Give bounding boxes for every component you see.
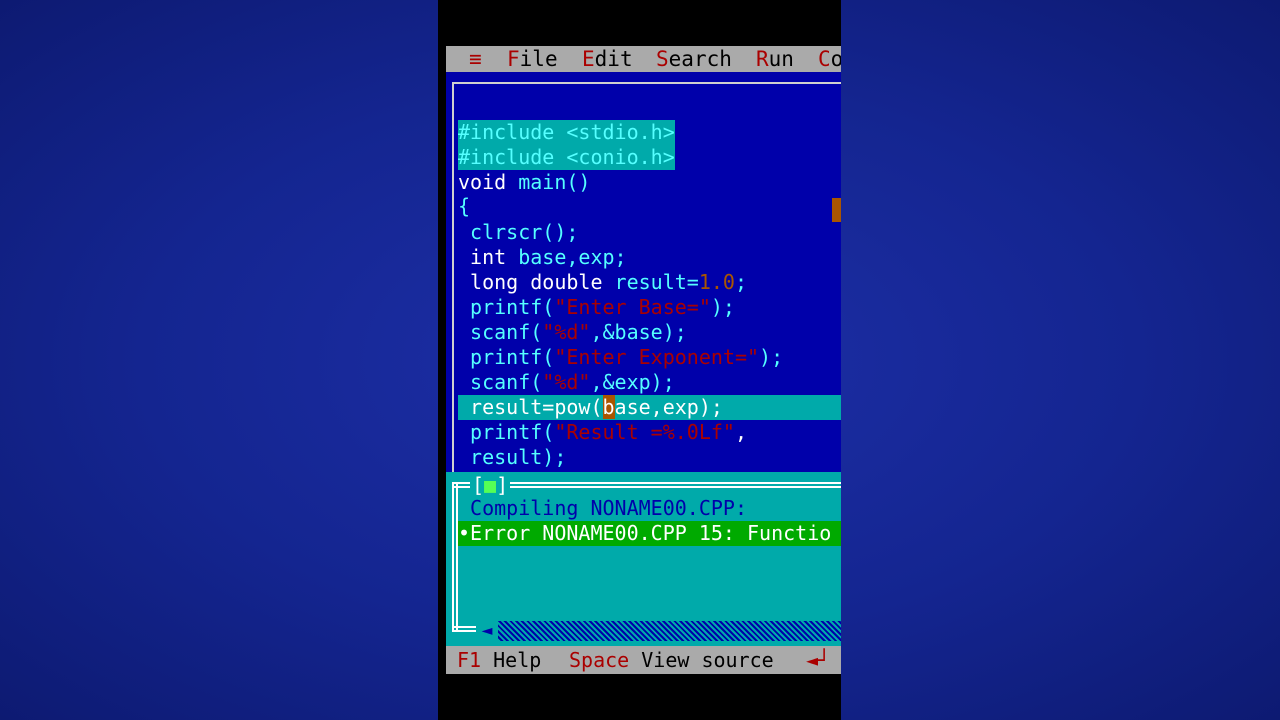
turbo-cpp-ide-screen: ≡ File Edit Search Run Co #include <stdi… <box>446 46 841 674</box>
compile-status-message: Compiling NONAME00.CPP: <box>470 496 747 520</box>
vertical-scroll-thumb[interactable] <box>832 198 841 222</box>
status-view-source[interactable]: Space View source <box>569 646 774 674</box>
close-box-button[interactable]: [■] <box>470 473 511 497</box>
code-line-scanf-exp[interactable]: scanf("%d",&exp); <box>458 370 675 395</box>
code-line-printf-exponent[interactable]: printf("Enter Exponent="); <box>458 345 783 370</box>
code-line-printf-result[interactable]: printf("Result =%.0Lf", <box>458 420 747 445</box>
system-menu-icon[interactable]: ≡ <box>469 46 482 72</box>
message-window[interactable]: [■] Compiling NONAME00.CPP: •Error NONAM… <box>446 472 841 646</box>
code-line-include-stdio[interactable]: #include <stdio.h> <box>458 120 675 145</box>
code-line-main[interactable]: void main() <box>458 170 590 195</box>
text-cursor: b <box>602 395 615 419</box>
phone-video-frame: ≡ File Edit Search Run Co #include <stdi… <box>438 0 841 720</box>
menu-bar: ≡ File Edit Search Run Co <box>446 46 841 72</box>
close-icon: ■ <box>484 473 497 497</box>
status-bar: F1 Help Space View source ◄┘ <box>446 646 841 674</box>
scroll-left-arrow-icon[interactable]: ◄ <box>476 621 498 641</box>
code-line-result-arg[interactable]: result); <box>458 445 566 470</box>
code-line-printf-base[interactable]: printf("Enter Base="); <box>458 295 735 320</box>
code-line-int-decl[interactable]: int base,exp; <box>458 245 627 270</box>
code-line-clrscr[interactable]: clrscr(); <box>458 220 578 245</box>
menu-compile[interactable]: Co <box>818 46 841 72</box>
scrollbar-track[interactable] <box>498 621 841 641</box>
enter-key-icon[interactable]: ◄┘ <box>806 646 830 674</box>
menu-search[interactable]: Search <box>656 46 732 72</box>
menu-file[interactable]: File <box>507 46 558 72</box>
editor-window[interactable]: #include <stdio.h> #include <conio.h> vo… <box>446 72 841 472</box>
horizontal-scrollbar[interactable]: ◄ <box>476 621 841 641</box>
code-line-pow-current[interactable]: result=pow(base,exp); <box>458 395 841 420</box>
code-line-include-conio[interactable]: #include <conio.h> <box>458 145 675 170</box>
menu-run[interactable]: Run <box>756 46 794 72</box>
editor-frame-left <box>452 82 454 472</box>
code-line-open-brace[interactable]: { <box>458 194 470 219</box>
status-help[interactable]: F1 Help <box>457 646 541 674</box>
message-frame-top <box>452 482 841 488</box>
editor-frame-top <box>452 82 841 84</box>
menu-edit[interactable]: Edit <box>582 46 633 72</box>
error-message[interactable]: •Error NONAME00.CPP 15: Functio <box>458 521 841 546</box>
code-line-long-double-decl[interactable]: long double result=1.0; <box>458 270 747 295</box>
code-line-scanf-base[interactable]: scanf("%d",&base); <box>458 320 687 345</box>
